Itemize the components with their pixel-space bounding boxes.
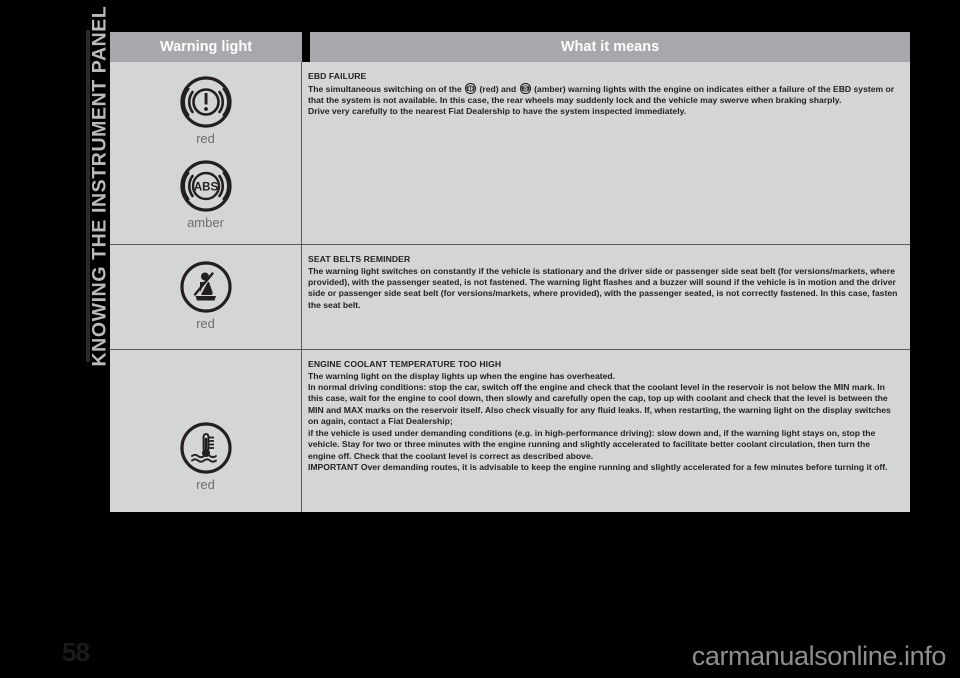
paragraph: if the vehicle is used under demanding c…	[308, 427, 876, 461]
coolant-temperature-icon	[179, 422, 232, 474]
table-header-row: Warning light What it means	[110, 32, 910, 62]
svg-text:ABS: ABS	[193, 182, 218, 194]
paragraph: The warning light on the display lights …	[308, 370, 616, 381]
paragraph: Drive very carefully to the nearest Fiat…	[308, 106, 687, 117]
lamp-color-label: amber	[187, 215, 224, 230]
section-body: The simultaneous switching on of the (re…	[308, 82, 898, 118]
lamp-color-label: red	[196, 131, 215, 146]
header-gap	[302, 32, 310, 62]
table-row: red SEAT BELTS REMINDER The warning ligh…	[110, 244, 910, 349]
column-header-what-it-means: What it means	[310, 32, 910, 62]
paragraph: IMPORTANT Over demanding routes, it is a…	[308, 461, 888, 472]
chapter-title: KNOWING THE INSTRUMENT PANEL	[88, 5, 111, 367]
column-header-warning-light: Warning light	[110, 32, 302, 62]
warning-light-cell: red ABS amber	[110, 62, 302, 244]
warning-light-cell: red	[110, 245, 302, 349]
paragraph: The warning light switches on constantly…	[308, 265, 898, 310]
lamp-seat-belt-reminder: red	[179, 261, 232, 331]
lamp-color-label: red	[196, 316, 215, 331]
seat-belt-reminder-icon	[179, 261, 232, 313]
lamp-coolant-temperature: red	[179, 422, 232, 492]
table-row: red ABS amber EBD FAILURE The simultaneo…	[110, 62, 910, 244]
lamp-color-label: red	[196, 477, 215, 492]
section-heading: ENGINE COOLANT TEMPERATURE TOO HIGH	[308, 359, 502, 369]
svg-text:ABS: ABS	[522, 86, 529, 90]
section-body: The warning light on the display lights …	[308, 371, 898, 474]
page-number: 58	[62, 637, 90, 667]
section-heading: EBD FAILURE	[308, 71, 367, 81]
brake-warning-icon	[179, 76, 232, 128]
description-cell: SEAT BELTS REMINDER The warning light sw…	[302, 245, 910, 349]
section-heading: SEAT BELTS REMINDER	[308, 254, 411, 264]
table-row: red ENGINE COOLANT TEMPERATURE TOO HIGH …	[110, 349, 910, 512]
warning-light-cell: red	[110, 350, 302, 512]
table-body: red ABS amber EBD FAILURE The simultaneo…	[110, 62, 910, 512]
lamp-abs-warning: ABS amber	[179, 160, 232, 230]
section-body: The warning light switches on constantly…	[308, 266, 898, 312]
manual-page: KNOWING THE INSTRUMENT PANEL 58 carmanua…	[0, 0, 960, 678]
abs-warning-icon: ABS	[179, 160, 232, 212]
description-cell: EBD FAILURE The simultaneous switching o…	[302, 62, 910, 244]
lamp-brake-warning: red	[179, 76, 232, 146]
warning-lights-table: Warning light What it means red ABS ambe…	[110, 32, 910, 512]
watermark: carmanualsonline.info	[691, 641, 947, 671]
description-cell: ENGINE COOLANT TEMPERATURE TOO HIGH The …	[302, 350, 910, 512]
paragraph: In normal driving conditions: stop the c…	[308, 382, 891, 427]
paragraph: The simultaneous switching on of the (re…	[308, 82, 895, 106]
